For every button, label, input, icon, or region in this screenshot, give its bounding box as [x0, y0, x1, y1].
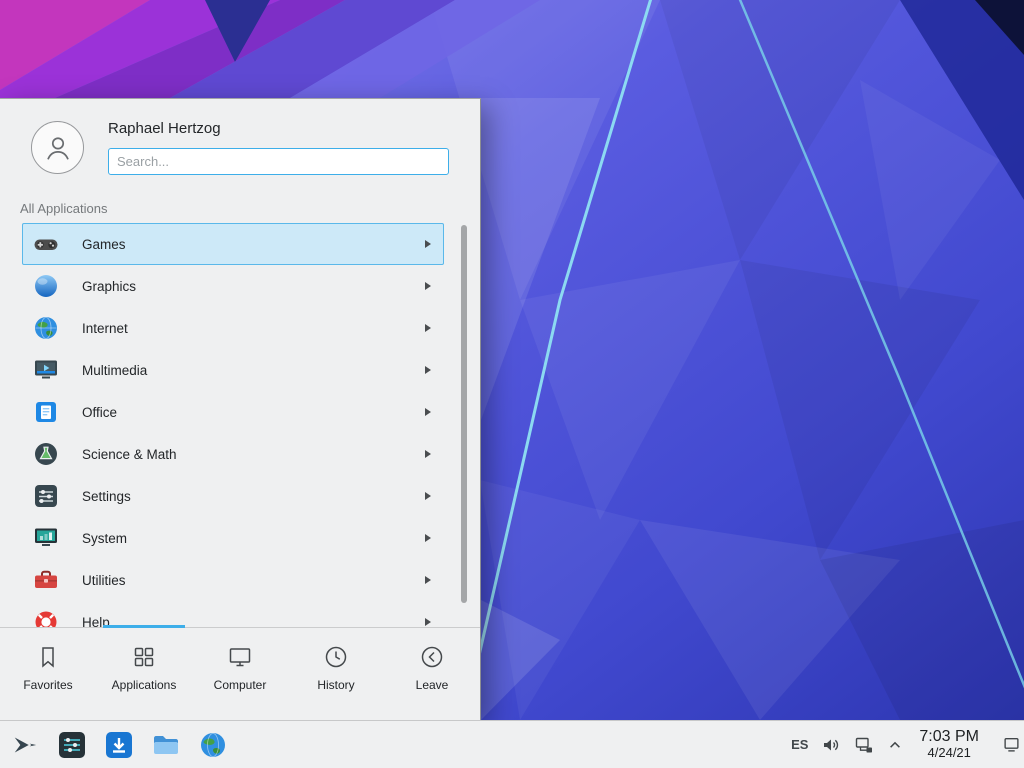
history-clock-icon [323, 644, 349, 670]
chevron-right-icon [425, 240, 431, 248]
category-list: Games Graphics [0, 223, 458, 628]
show-desktop-icon [1003, 736, 1020, 753]
favorites-bookmark-icon [35, 644, 61, 670]
category-row-internet[interactable]: Internet [22, 307, 444, 349]
category-label: Multimedia [82, 363, 147, 378]
tab-label: Favorites [23, 678, 72, 692]
volume-icon[interactable] [821, 735, 841, 755]
user-name: Raphael Hertzog [108, 120, 221, 137]
category-label: Office [82, 405, 117, 420]
chevron-right-icon [425, 534, 431, 542]
user-avatar[interactable] [31, 121, 84, 174]
file-manager-icon [151, 730, 181, 760]
category-row-graphics[interactable]: Graphics [22, 265, 444, 307]
category-row-science-math[interactable]: Science & Math [22, 433, 444, 475]
launcher-header: Raphael Hertzog [0, 99, 480, 197]
taskbar: ES 7:03 PM 4/24/21 [0, 720, 1024, 768]
show-desktop-button[interactable] [998, 721, 1024, 768]
taskbar-launchers [0, 728, 230, 762]
application-launcher-panel: Raphael Hertzog All Applications Games [0, 98, 481, 720]
tab-favorites[interactable]: Favorites [0, 628, 96, 720]
computer-monitor-icon [227, 644, 253, 670]
internet-globe-icon [32, 314, 60, 342]
expand-tray-icon[interactable] [888, 738, 902, 752]
office-icon [32, 398, 60, 426]
tab-computer[interactable]: Computer [192, 628, 288, 720]
launcher-footer-tabs: Favorites Applications [0, 627, 480, 720]
list-scrollbar[interactable] [461, 225, 467, 603]
app-menu-icon [11, 731, 39, 759]
category-row-help[interactable]: Help [22, 601, 444, 628]
category-row-games[interactable]: Games [22, 223, 444, 265]
system-settings-icon [57, 730, 87, 760]
chevron-right-icon [425, 450, 431, 458]
applications-grid-icon [131, 644, 157, 670]
tab-leave[interactable]: Leave [384, 628, 480, 720]
science-math-icon [32, 440, 60, 468]
multimedia-icon [32, 356, 60, 384]
leave-icon [419, 644, 445, 670]
tab-label: Computer [214, 678, 267, 692]
software-center-button[interactable] [102, 728, 136, 762]
chevron-right-icon [425, 282, 431, 290]
games-gamepad-icon [32, 230, 60, 258]
tab-label: History [317, 678, 354, 692]
search-input[interactable] [108, 148, 449, 175]
web-browser-icon [198, 730, 228, 760]
file-manager-button[interactable] [149, 728, 183, 762]
software-center-icon [104, 730, 134, 760]
chevron-right-icon [425, 408, 431, 416]
chevron-right-icon [425, 324, 431, 332]
category-label: System [82, 531, 127, 546]
category-row-utilities[interactable]: Utilities [22, 559, 444, 601]
category-label: Utilities [82, 573, 126, 588]
utilities-toolbox-icon [32, 566, 60, 594]
digital-clock[interactable]: 7:03 PM 4/24/21 [919, 728, 979, 760]
category-row-multimedia[interactable]: Multimedia [22, 349, 444, 391]
person-icon [42, 132, 74, 164]
clock-time: 7:03 PM [919, 728, 979, 746]
category-label: Internet [82, 321, 128, 336]
section-label-all-applications: All Applications [20, 201, 107, 216]
clock-date: 4/24/21 [919, 746, 979, 761]
category-row-settings[interactable]: Settings [22, 475, 444, 517]
chevron-right-icon [425, 576, 431, 584]
system-tray: ES 7:03 PM 4/24/21 [791, 721, 1024, 768]
chevron-right-icon [425, 366, 431, 374]
chevron-right-icon [425, 618, 431, 626]
network-icon[interactable] [854, 735, 875, 755]
settings-icon [32, 482, 60, 510]
tab-history[interactable]: History [288, 628, 384, 720]
category-label: Graphics [82, 279, 136, 294]
tab-label: Leave [416, 678, 449, 692]
category-row-office[interactable]: Office [22, 391, 444, 433]
system-icon [32, 524, 60, 552]
help-icon [32, 608, 60, 628]
category-label: Settings [82, 489, 131, 504]
system-settings-button[interactable] [55, 728, 89, 762]
tab-applications[interactable]: Applications [96, 628, 192, 720]
chevron-right-icon [425, 492, 431, 500]
web-browser-button[interactable] [196, 728, 230, 762]
app-menu-button[interactable] [8, 728, 42, 762]
keyboard-layout-indicator[interactable]: ES [791, 737, 808, 752]
tab-label: Applications [112, 678, 177, 692]
graphics-icon [32, 272, 60, 300]
category-label: Games [82, 237, 126, 252]
category-label: Science & Math [82, 447, 177, 462]
category-row-system[interactable]: System [22, 517, 444, 559]
